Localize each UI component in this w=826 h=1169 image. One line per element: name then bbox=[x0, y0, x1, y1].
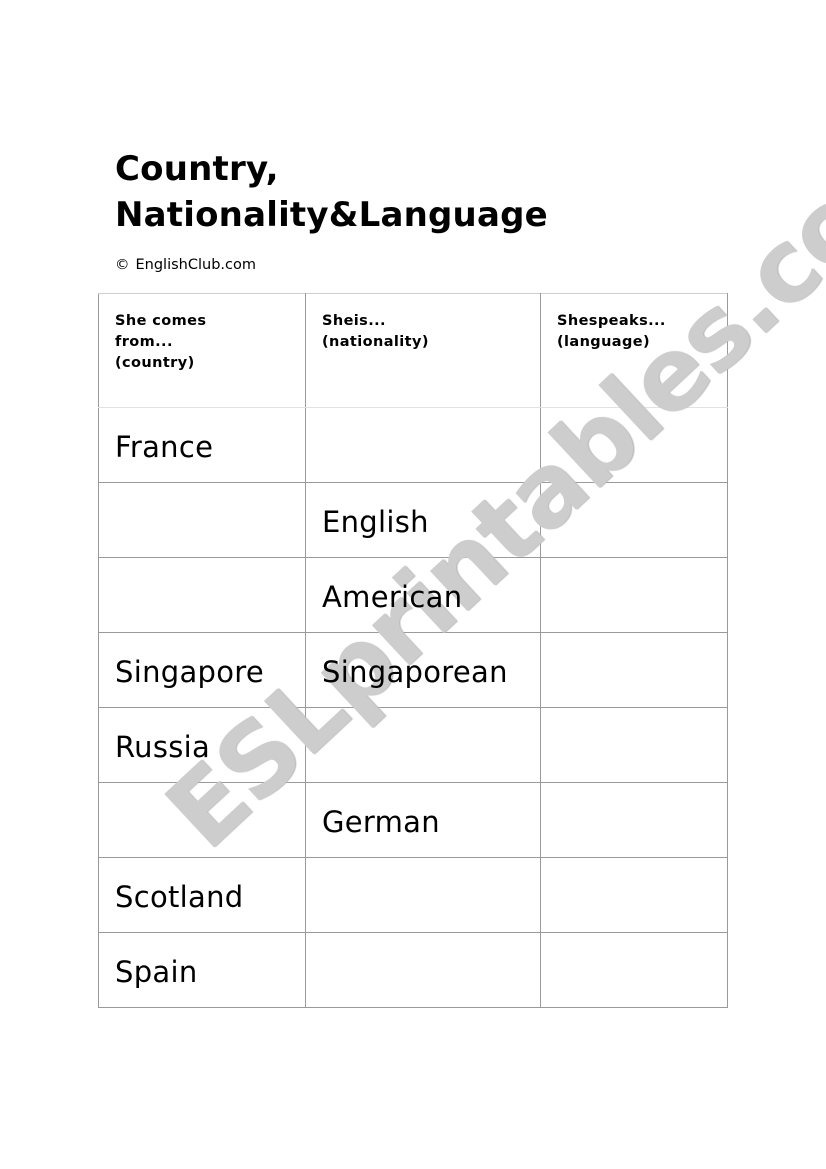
country-cell[interactable]: Spain bbox=[98, 932, 306, 1008]
language-cell[interactable] bbox=[540, 557, 728, 633]
country-value: Scotland bbox=[115, 880, 244, 914]
worksheet-table: She comes from... (country) Sheis... (na… bbox=[98, 293, 728, 1008]
nationality-value: German bbox=[322, 805, 440, 839]
title-line-1: Country, bbox=[115, 149, 279, 189]
language-cell[interactable] bbox=[540, 932, 728, 1008]
nationality-cell[interactable]: American bbox=[305, 557, 541, 633]
title-line-2: Nationality&Language bbox=[115, 195, 548, 235]
country-cell[interactable]: France bbox=[98, 407, 306, 483]
country-cell[interactable]: Singapore bbox=[98, 632, 306, 708]
table-row: France bbox=[98, 407, 728, 483]
header-country-line-3: (country) bbox=[115, 355, 195, 371]
language-cell[interactable] bbox=[540, 782, 728, 858]
table-row: English bbox=[98, 482, 728, 558]
country-value: France bbox=[115, 430, 214, 464]
country-cell[interactable]: Russia bbox=[98, 707, 306, 783]
header-country-line-2: from... bbox=[115, 334, 173, 350]
header-nationality: Sheis... (nationality) bbox=[305, 293, 541, 408]
nationality-cell[interactable] bbox=[305, 407, 541, 483]
worksheet-title: Country, Nationality&Language bbox=[115, 146, 548, 238]
header-nationality-line-2: (nationality) bbox=[322, 334, 429, 350]
country-value: Russia bbox=[115, 730, 211, 764]
copyright-icon: © bbox=[115, 257, 130, 273]
header-language: Shespeaks... (language) bbox=[540, 293, 728, 408]
language-cell[interactable] bbox=[540, 707, 728, 783]
country-cell[interactable] bbox=[98, 782, 306, 858]
country-value: Spain bbox=[115, 955, 198, 989]
table-row: Scotland bbox=[98, 857, 728, 933]
table-row: American bbox=[98, 557, 728, 633]
header-nationality-line-1: Sheis... bbox=[322, 313, 386, 329]
language-cell[interactable] bbox=[540, 407, 728, 483]
table-row: Russia bbox=[98, 707, 728, 783]
table-row: German bbox=[98, 782, 728, 858]
country-value: Singapore bbox=[115, 655, 265, 689]
country-cell[interactable] bbox=[98, 557, 306, 633]
nationality-cell[interactable]: Singaporean bbox=[305, 632, 541, 708]
header-language-line-2: (language) bbox=[557, 334, 651, 350]
nationality-value: Singaporean bbox=[322, 655, 508, 689]
header-country: She comes from... (country) bbox=[98, 293, 306, 408]
nationality-value: American bbox=[322, 580, 463, 614]
language-cell[interactable] bbox=[540, 482, 728, 558]
nationality-cell[interactable]: English bbox=[305, 482, 541, 558]
language-cell[interactable] bbox=[540, 632, 728, 708]
country-cell[interactable] bbox=[98, 482, 306, 558]
nationality-cell[interactable] bbox=[305, 932, 541, 1008]
nationality-cell[interactable]: German bbox=[305, 782, 541, 858]
header-country-line-1: She comes bbox=[115, 313, 207, 329]
nationality-value: English bbox=[322, 505, 429, 539]
nationality-cell[interactable] bbox=[305, 857, 541, 933]
copyright-text: EnglishClub.com bbox=[135, 257, 256, 273]
header-language-line-1: Shespeaks... bbox=[557, 313, 666, 329]
nationality-cell[interactable] bbox=[305, 707, 541, 783]
table-row: Spain bbox=[98, 932, 728, 1008]
copyright-notice: © EnglishClub.com bbox=[115, 256, 256, 274]
language-cell[interactable] bbox=[540, 857, 728, 933]
table-row: Singapore Singaporean bbox=[98, 632, 728, 708]
table-header-row: She comes from... (country) Sheis... (na… bbox=[98, 293, 728, 408]
country-cell[interactable]: Scotland bbox=[98, 857, 306, 933]
